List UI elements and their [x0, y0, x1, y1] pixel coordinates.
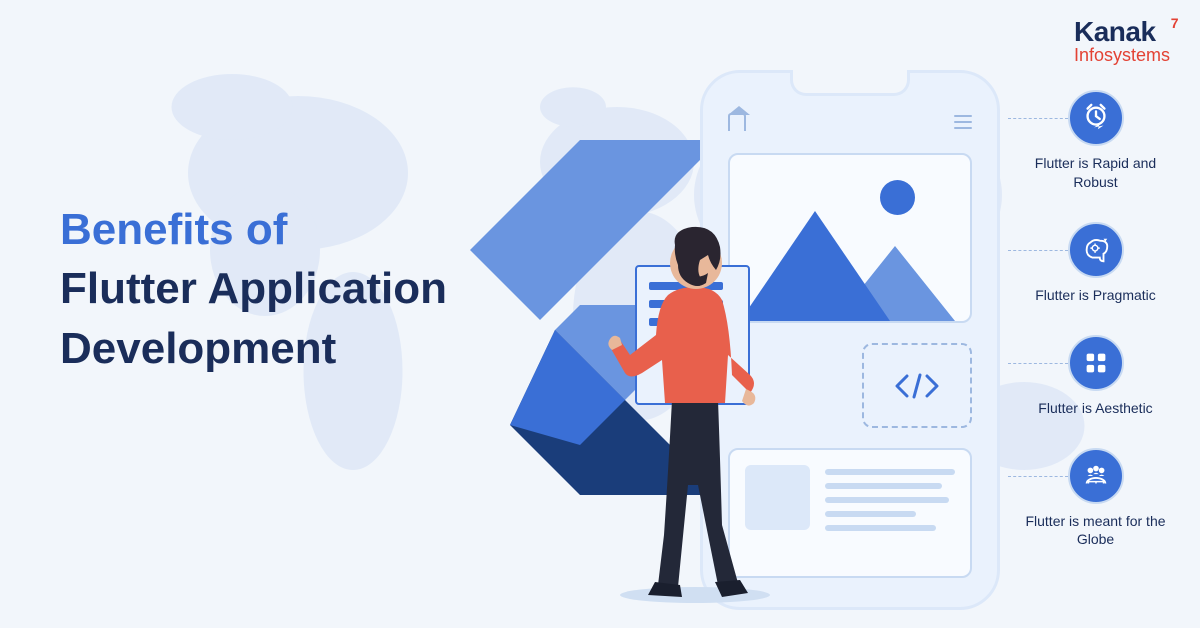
- benefit-item: Flutter is Pragmatic: [1023, 222, 1168, 305]
- phone-notch: [790, 70, 910, 96]
- benefit-label: Flutter is Aesthetic: [1038, 399, 1152, 418]
- brand-logo: Kanak7 Infosystems: [1074, 18, 1170, 66]
- logo-line1: Kanak: [1074, 16, 1156, 47]
- headline-line2: Flutter Application: [60, 264, 447, 313]
- benefit-label: Flutter is Pragmatic: [1035, 286, 1156, 305]
- code-icon: [892, 371, 942, 401]
- person-illustration: [600, 225, 790, 605]
- headline-line1: Benefits of: [60, 205, 287, 254]
- benefit-item: Flutter is meant for the Globe: [1023, 448, 1168, 550]
- logo-line2: Infosystems: [1074, 46, 1170, 66]
- benefit-label: Flutter is meant for the Globe: [1023, 512, 1168, 550]
- menu-icon: [954, 115, 972, 129]
- benefit-label: Flutter is Rapid and Robust: [1023, 154, 1168, 192]
- phone-topbar: [728, 113, 972, 131]
- grid-icon: [1068, 335, 1124, 391]
- brain-icon: [1068, 222, 1124, 278]
- clock-fast-icon: [1068, 90, 1124, 146]
- headline-line3: Development: [60, 324, 336, 373]
- globe-team-icon: [1068, 448, 1124, 504]
- benefits-list: Flutter is Rapid and Robust Flutter is P…: [1023, 90, 1168, 579]
- benefit-item: Flutter is Rapid and Robust: [1023, 90, 1168, 192]
- home-icon: [728, 113, 746, 131]
- benefit-item: Flutter is Aesthetic: [1023, 335, 1168, 418]
- page-headline: Benefits of Flutter Application Developm…: [60, 200, 447, 378]
- code-card: [862, 343, 972, 428]
